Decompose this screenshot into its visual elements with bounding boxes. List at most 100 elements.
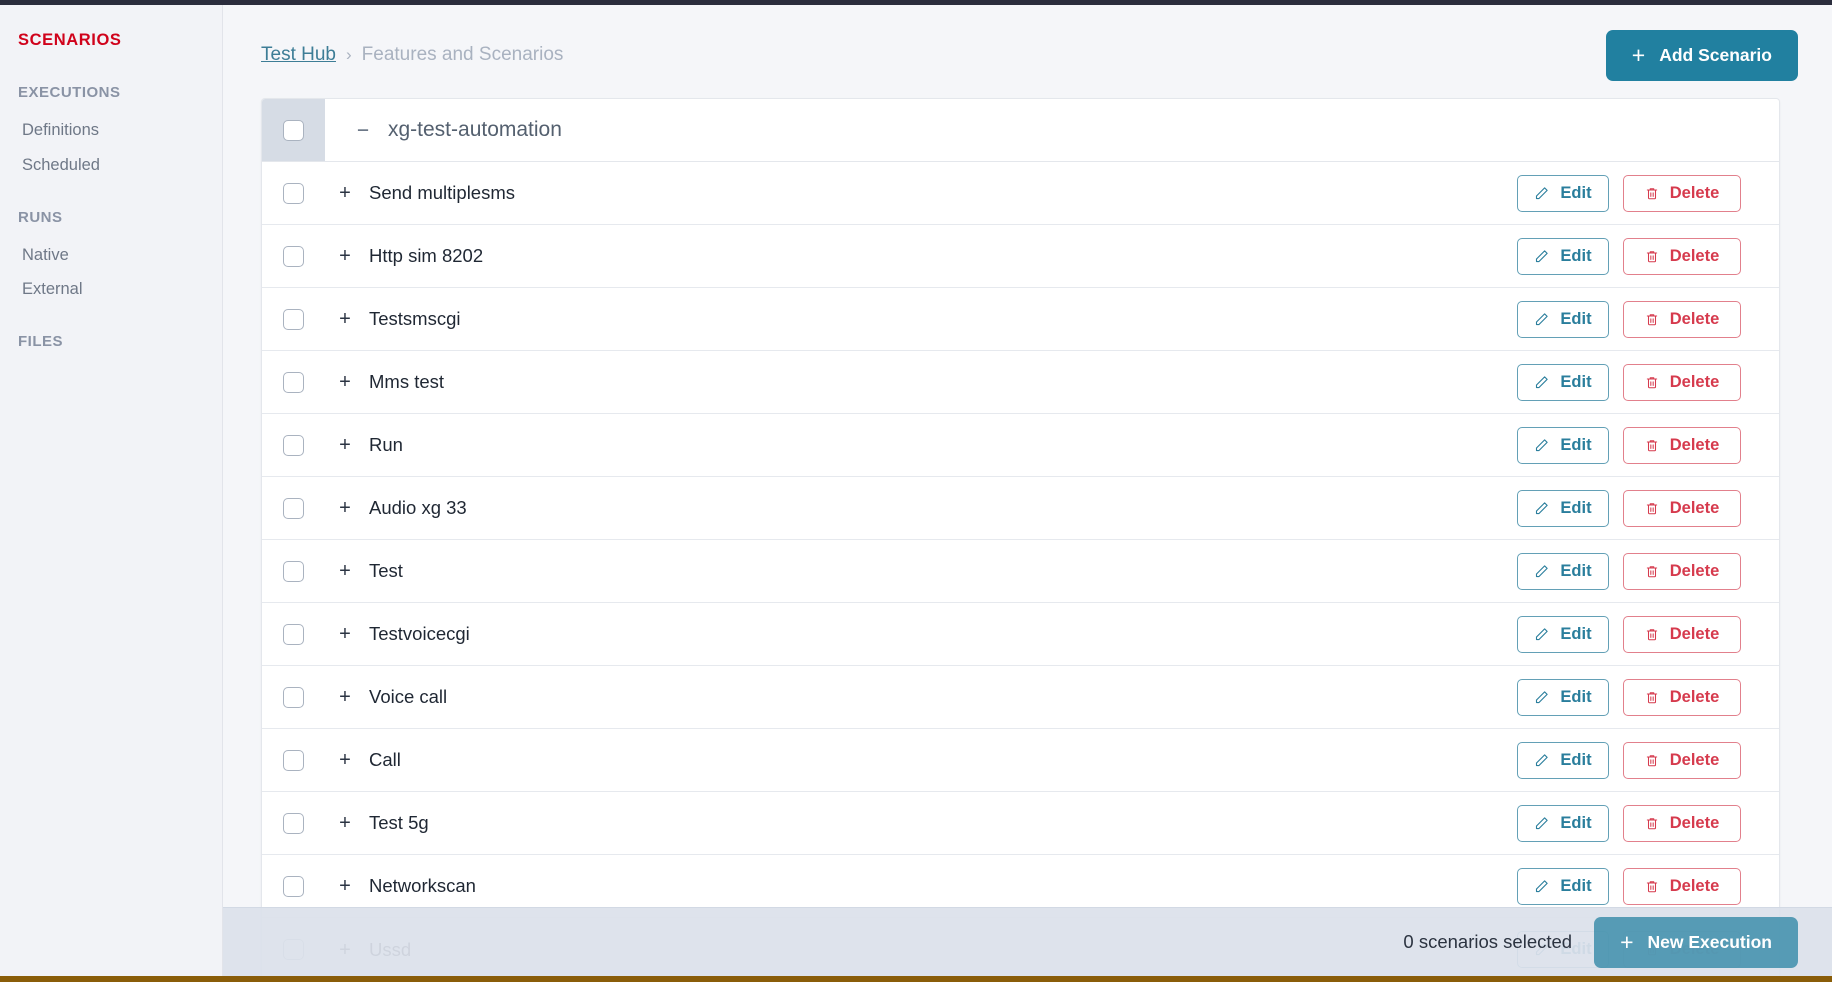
pencil-icon — [1534, 375, 1549, 390]
expand-toggle-icon[interactable]: + — [337, 561, 353, 581]
new-execution-button[interactable]: + New Execution — [1594, 917, 1798, 968]
pencil-icon — [1534, 438, 1549, 453]
pencil-icon — [1534, 186, 1549, 201]
edit-button[interactable]: Edit — [1517, 553, 1609, 590]
sidebar-item-scheduled[interactable]: Scheduled — [0, 148, 222, 183]
row-select-checkbox[interactable] — [283, 183, 304, 204]
edit-label: Edit — [1560, 688, 1591, 707]
group-header-row: − xg-test-automation — [262, 99, 1779, 162]
delete-button[interactable]: Delete — [1623, 238, 1741, 275]
row-actions: Edit Delete — [1517, 616, 1741, 653]
table-row: + Testsmscgi Edit Delete — [262, 288, 1779, 351]
edit-button[interactable]: Edit — [1517, 490, 1609, 527]
app-root: SCENARIOS EXECUTIONS Definitions Schedul… — [0, 0, 1832, 982]
delete-button[interactable]: Delete — [1623, 175, 1741, 212]
expand-toggle-icon[interactable]: + — [337, 624, 353, 644]
expand-toggle-icon[interactable]: + — [337, 309, 353, 329]
row-name-cell: +Networkscan — [325, 875, 1517, 897]
row-select-checkbox[interactable] — [283, 435, 304, 456]
delete-button[interactable]: Delete — [1623, 868, 1741, 905]
pencil-icon — [1534, 249, 1549, 264]
row-select-checkbox[interactable] — [283, 309, 304, 330]
row-select-checkbox[interactable] — [283, 372, 304, 393]
delete-label: Delete — [1670, 814, 1720, 833]
selection-action-bar: 0 scenarios selected + New Execution — [223, 907, 1832, 976]
sidebar-brand: SCENARIOS — [0, 31, 222, 50]
expand-toggle-icon[interactable]: + — [337, 750, 353, 770]
sidebar-group-title-runs: RUNS — [0, 209, 222, 226]
edit-button[interactable]: Edit — [1517, 679, 1609, 716]
table-row: +Mms testEditDelete — [262, 351, 1779, 414]
sidebar-item-external[interactable]: External — [0, 272, 222, 307]
row-checkbox-cell — [262, 561, 325, 582]
expand-toggle-icon[interactable]: + — [337, 687, 353, 707]
edit-button[interactable]: Edit — [1517, 616, 1609, 653]
sidebar-group-title-files[interactable]: FILES — [0, 333, 222, 350]
expand-toggle-icon[interactable]: + — [337, 372, 353, 392]
row-select-checkbox[interactable] — [283, 624, 304, 645]
row-select-checkbox[interactable] — [283, 498, 304, 519]
edit-button[interactable]: Edit — [1517, 364, 1609, 401]
delete-label: Delete — [1670, 373, 1720, 392]
collapse-toggle-icon[interactable]: − — [355, 120, 371, 141]
sidebar: SCENARIOS EXECUTIONS Definitions Schedul… — [0, 5, 223, 976]
table-row: +TestvoicecgiEditDelete — [262, 603, 1779, 666]
scenario-name: Audio xg 33 — [369, 497, 467, 519]
edit-button[interactable]: Edit — [1517, 238, 1609, 275]
row-select-checkbox[interactable] — [283, 687, 304, 708]
scenario-name: Testsmscgi — [369, 308, 461, 330]
add-scenario-button[interactable]: + Add Scenario — [1606, 30, 1798, 81]
row-actions: Edit Delete — [1517, 364, 1741, 401]
row-name-cell: +Test — [325, 560, 1517, 582]
expand-toggle-icon[interactable]: + — [337, 183, 353, 203]
delete-button[interactable]: Delete — [1623, 427, 1741, 464]
edit-button[interactable]: Edit — [1517, 427, 1609, 464]
delete-button[interactable]: Delete — [1623, 301, 1741, 338]
pencil-icon — [1534, 312, 1549, 327]
delete-button[interactable]: Delete — [1623, 679, 1741, 716]
expand-toggle-icon[interactable]: + — [337, 813, 353, 833]
edit-button[interactable]: Edit — [1517, 868, 1609, 905]
delete-button[interactable]: Delete — [1623, 553, 1741, 590]
chevron-right-icon: › — [346, 45, 352, 65]
row-select-checkbox[interactable] — [283, 813, 304, 834]
trash-icon — [1645, 627, 1659, 642]
row-select-checkbox[interactable] — [283, 750, 304, 771]
group-checkbox-cell — [262, 99, 325, 161]
delete-button[interactable]: Delete — [1623, 805, 1741, 842]
row-name-cell: + Testsmscgi — [325, 308, 1517, 330]
pencil-icon — [1534, 753, 1549, 768]
expand-toggle-icon[interactable]: + — [337, 435, 353, 455]
row-checkbox-cell — [262, 624, 325, 645]
table-row: + Audio xg 33 Edit Delete — [262, 477, 1779, 540]
add-scenario-label: Add Scenario — [1659, 45, 1772, 66]
edit-button[interactable]: Edit — [1517, 301, 1609, 338]
table-row: +RunEditDelete — [262, 414, 1779, 477]
breadcrumb-link-test-hub[interactable]: Test Hub — [261, 44, 336, 66]
row-select-checkbox[interactable] — [283, 561, 304, 582]
expand-toggle-icon[interactable]: + — [337, 876, 353, 896]
group-select-checkbox[interactable] — [283, 120, 304, 141]
sidebar-item-definitions[interactable]: Definitions — [0, 113, 222, 148]
scenario-rows: +Send multiplesms Edit Delete +Http sim 820… — [262, 162, 1779, 976]
delete-button[interactable]: Delete — [1623, 490, 1741, 527]
row-name-cell: +Send multiplesms — [325, 182, 1517, 204]
trash-icon — [1645, 186, 1659, 201]
delete-button[interactable]: Delete — [1623, 364, 1741, 401]
edit-label: Edit — [1560, 499, 1591, 518]
row-name-cell: +Http sim 8202 — [325, 245, 1517, 267]
delete-button[interactable]: Delete — [1623, 742, 1741, 779]
edit-label: Edit — [1560, 184, 1591, 203]
expand-toggle-icon[interactable]: + — [337, 246, 353, 266]
window-bottom-chrome — [0, 976, 1832, 982]
row-select-checkbox[interactable] — [283, 246, 304, 267]
sidebar-group-executions: EXECUTIONS Definitions Scheduled — [0, 84, 222, 183]
edit-button[interactable]: Edit — [1517, 742, 1609, 779]
edit-button[interactable]: Edit — [1517, 175, 1609, 212]
row-select-checkbox[interactable] — [283, 876, 304, 897]
delete-button[interactable]: Delete — [1623, 616, 1741, 653]
scenarios-card-wrap: − xg-test-automation +Send multiplesms Ed… — [223, 81, 1832, 976]
edit-button[interactable]: Edit — [1517, 805, 1609, 842]
sidebar-item-native[interactable]: Native — [0, 238, 222, 273]
expand-toggle-icon[interactable]: + — [337, 498, 353, 518]
